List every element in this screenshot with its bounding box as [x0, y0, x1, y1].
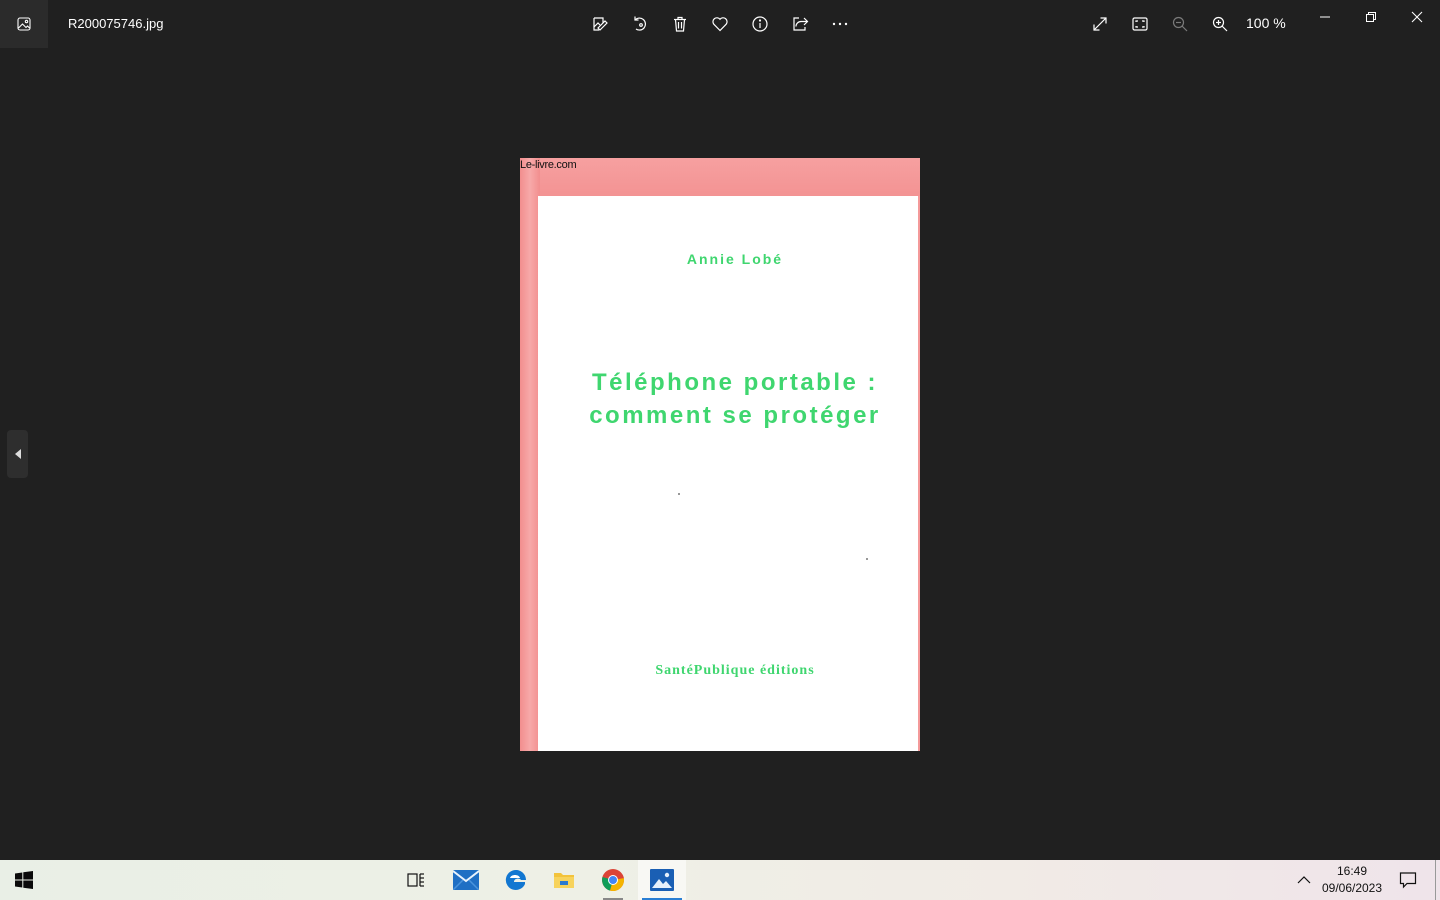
- info-icon: [752, 16, 768, 32]
- share-button[interactable]: [788, 12, 812, 36]
- favorite-button[interactable]: [708, 12, 732, 36]
- fit-to-window-button[interactable]: [1128, 12, 1152, 36]
- gallery-icon: [17, 17, 31, 31]
- start-button[interactable]: [0, 860, 48, 900]
- clock-date: 09/06/2023: [1321, 881, 1383, 895]
- info-button[interactable]: [748, 12, 772, 36]
- zoom-out-icon: [1172, 16, 1188, 32]
- taskbar-mail[interactable]: [442, 860, 490, 900]
- show-desktop-button[interactable]: [1435, 860, 1436, 900]
- edit-image-icon: [593, 17, 608, 31]
- action-center-button[interactable]: [1396, 868, 1420, 892]
- delete-button[interactable]: [668, 12, 692, 36]
- rotate-icon: [634, 16, 646, 31]
- show-hidden-icons-button[interactable]: [1294, 870, 1314, 890]
- minimize-button[interactable]: [1310, 6, 1340, 28]
- chevron-left-icon: [14, 449, 21, 459]
- file-explorer-icon: [554, 873, 574, 888]
- book-title-line-2: comment se protéger: [589, 402, 881, 429]
- taskbar-edge[interactable]: [492, 860, 540, 900]
- zoom-level[interactable]: 100 %: [1246, 15, 1286, 31]
- more-button[interactable]: [828, 12, 852, 36]
- task-view-icon: [407, 873, 424, 887]
- fit-to-window-icon: [1132, 17, 1148, 31]
- cover-page: Annie Lobé Téléphone portable : comment …: [538, 196, 918, 751]
- edit-image-button[interactable]: [588, 12, 612, 36]
- share-icon: [793, 17, 809, 31]
- cover-spine: [520, 158, 540, 751]
- book-title: Téléphone portable : comment se protéger: [538, 366, 918, 432]
- taskbar-file-explorer[interactable]: [540, 860, 588, 900]
- close-icon: [1411, 11, 1423, 23]
- task-view-button[interactable]: [392, 860, 440, 900]
- book-author: Annie Lobé: [686, 251, 784, 267]
- delete-icon: [674, 16, 686, 32]
- fullscreen-button[interactable]: [1088, 12, 1112, 36]
- restore-button[interactable]: [1356, 6, 1386, 28]
- scan-speck: [678, 493, 680, 495]
- fullscreen-icon: [1093, 17, 1107, 31]
- mail-icon: [453, 870, 479, 890]
- zoom-in-icon: [1212, 16, 1228, 32]
- zoom-out-button[interactable]: [1168, 12, 1192, 36]
- chrome-icon: [602, 869, 624, 892]
- taskbar-chrome[interactable]: [589, 860, 637, 900]
- file-name: R200075746.jpg: [68, 16, 164, 31]
- taskbar: 16:49 09/06/2023: [0, 860, 1440, 900]
- zoom-in-button[interactable]: [1208, 12, 1232, 36]
- notification-icon: [1399, 872, 1417, 889]
- favorite-icon: [712, 17, 728, 32]
- start-icon: [15, 871, 33, 889]
- scan-speck: [866, 558, 868, 560]
- cover-top-band: [520, 158, 920, 196]
- edge-icon: [505, 869, 526, 890]
- clock-time: 16:49: [1336, 864, 1368, 878]
- displayed-image: Annie Lobé Téléphone portable : comment …: [520, 158, 920, 751]
- chevron-up-icon: [1297, 876, 1311, 884]
- close-button[interactable]: [1402, 6, 1432, 28]
- rotate-button[interactable]: [628, 12, 652, 36]
- title-bar: R200075746.jpg 100 %: [0, 0, 1440, 48]
- taskbar-photos[interactable]: [638, 860, 686, 900]
- taskbar-clock[interactable]: 16:49 09/06/2023: [1318, 863, 1386, 897]
- book-publisher: SantéPublique éditions: [655, 663, 815, 678]
- restore-icon: [1366, 12, 1376, 22]
- previous-image-button[interactable]: [7, 430, 28, 478]
- gallery-button[interactable]: [0, 0, 48, 48]
- watermark-text: Le-livre.com: [520, 159, 577, 171]
- photos-icon: [650, 869, 674, 891]
- book-title-line-1: Téléphone portable :: [591, 369, 878, 396]
- more-icon: [832, 22, 848, 26]
- minimize-icon: [1320, 16, 1330, 18]
